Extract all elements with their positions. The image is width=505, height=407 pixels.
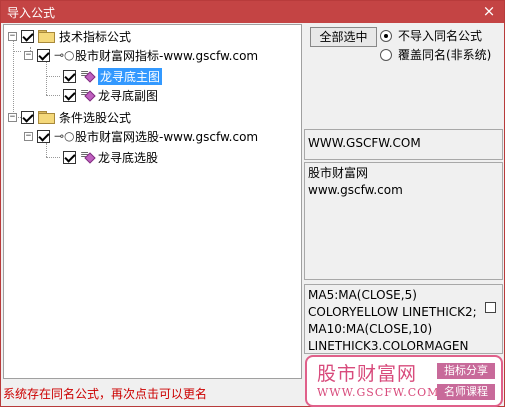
- close-icon[interactable]: ×: [480, 2, 498, 20]
- watermark-tag: 名师课程: [437, 384, 495, 400]
- tree-node-selection-formula[interactable]: 龙寻底选股: [63, 148, 158, 166]
- radio-overwrite[interactable]: 覆盖同名(非系统): [380, 46, 491, 63]
- tree-node-main-chart[interactable]: 龙寻底主图: [63, 67, 163, 85]
- checkbox[interactable]: [63, 150, 76, 164]
- tree-node-label: 条件选股公式: [59, 110, 132, 125]
- tree-line: [13, 51, 21, 52]
- checkbox[interactable]: [63, 88, 76, 102]
- checkbox[interactable]: [21, 110, 34, 124]
- code-line: MA5:MA(CLOSE,5): [308, 288, 417, 302]
- collapse-icon[interactable]: −: [24, 50, 33, 60]
- formula-icon: [80, 148, 94, 163]
- formula-icon: [80, 86, 94, 101]
- tree-line: [46, 95, 60, 96]
- tree-node-label: 股市财富网指标-www.gscfw.com: [75, 48, 259, 63]
- tree-line: [46, 157, 60, 158]
- options-panel: 全部选中 不导入同名公式 覆盖同名(非系统) WWW.GSCFW.COM 股市财…: [304, 24, 503, 379]
- tree-line: [46, 143, 47, 157]
- collapse-icon[interactable]: −: [8, 112, 17, 122]
- formula-description-box: 股市财富网 www.gscfw.com: [304, 162, 503, 280]
- formula-name-box: WWW.GSCFW.COM: [304, 129, 503, 160]
- collapse-icon[interactable]: −: [8, 31, 17, 41]
- folder-icon: [38, 111, 55, 124]
- tree-node-selection-group[interactable]: − ⊸○ 股市财富网选股-www.gscfw.com: [24, 127, 258, 145]
- formula-tree: − 技术指标公式 − ⊸○ 股市财富网指标-www.gscfw.com 龙寻底主…: [3, 24, 302, 379]
- tree-node-sub-chart[interactable]: 龙寻底副图: [63, 86, 158, 104]
- key-icon: ⊸○: [54, 48, 75, 62]
- tree-node-label: 股市财富网选股-www.gscfw.com: [75, 129, 259, 144]
- title-bar: 导入公式 ×: [1, 1, 504, 23]
- code-checkbox[interactable]: [485, 302, 496, 313]
- checkbox[interactable]: [63, 69, 76, 83]
- watermark-title: 股市财富网: [317, 363, 418, 385]
- code-line: COLORYELLOW LINETHICK2;: [308, 305, 477, 319]
- status-message: 系统存在同名公式，再次点击可以更名: [3, 387, 208, 401]
- tree-node-label: 技术指标公式: [59, 29, 132, 44]
- radio-label: 不导入同名公式: [398, 29, 483, 43]
- tree-node-label: 龙寻底选股: [98, 150, 159, 165]
- watermark-logo: 股市财富网 WWW.GSCFW.COM 指标分享 名师课程: [305, 355, 503, 407]
- select-all-button[interactable]: 全部选中: [310, 27, 377, 47]
- tree-node-indicator-group[interactable]: − ⊸○ 股市财富网指标-www.gscfw.com: [24, 46, 258, 64]
- collapse-icon[interactable]: −: [24, 131, 33, 141]
- key-icon: ⊸○: [54, 129, 75, 143]
- tree-node-technical[interactable]: − 技术指标公式: [8, 27, 131, 45]
- checkbox[interactable]: [37, 48, 50, 62]
- watermark-url: WWW.GSCFW.COM: [317, 386, 440, 399]
- formula-icon: [80, 67, 94, 82]
- tree-line: [46, 61, 47, 95]
- watermark-tag: 指标分享: [437, 363, 495, 379]
- checkbox[interactable]: [37, 129, 50, 143]
- radio-label: 覆盖同名(非系统): [398, 48, 492, 62]
- description-line: 股市财富网: [308, 166, 369, 180]
- tree-node-label: 龙寻底主图: [98, 67, 163, 85]
- description-line: www.gscfw.com: [308, 183, 403, 197]
- tree-node-label: 龙寻底副图: [98, 88, 159, 103]
- radio-button[interactable]: [380, 48, 392, 61]
- radio-button[interactable]: [380, 29, 392, 42]
- formula-code-box: MA5:MA(CLOSE,5) COLORYELLOW LINETHICK2; …: [304, 284, 503, 354]
- folder-icon: [38, 30, 55, 43]
- radio-skip-duplicate[interactable]: 不导入同名公式: [380, 27, 482, 44]
- tree-line: [46, 76, 60, 77]
- window-title: 导入公式: [7, 6, 56, 20]
- code-line: MA10:MA(CLOSE,10): [308, 322, 433, 336]
- checkbox[interactable]: [21, 29, 34, 43]
- formula-name-text: WWW.GSCFW.COM: [308, 136, 421, 150]
- tree-node-selection[interactable]: − 条件选股公式: [8, 108, 131, 126]
- code-line: LINETHICK3.COLORMAGEN: [308, 339, 469, 353]
- import-formula-dialog: 导入公式 × − 技术指标公式 − ⊸○ 股市财富网指标-www.gscfw.c…: [0, 0, 505, 407]
